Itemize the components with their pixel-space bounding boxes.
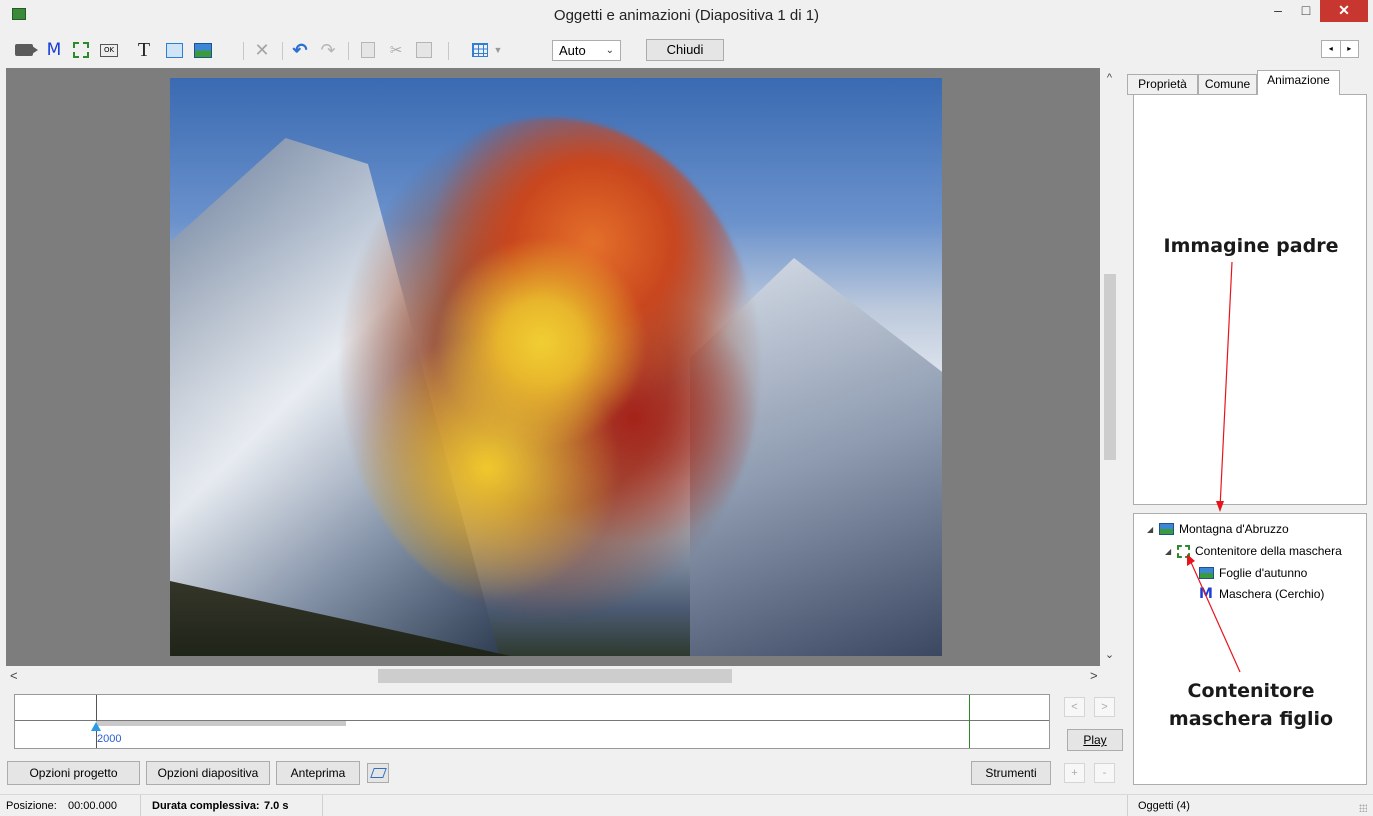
remove-keyframe-button[interactable]: - xyxy=(1094,763,1115,783)
preview-button[interactable]: Anteprima xyxy=(276,761,360,785)
status-divider xyxy=(322,795,323,816)
scroll-thumb[interactable] xyxy=(378,669,732,683)
slide-options-button[interactable]: Opzioni diapositiva xyxy=(146,761,270,785)
timeline[interactable]: 2000 xyxy=(14,694,1050,749)
grid-icon[interactable] xyxy=(470,40,490,60)
close-button[interactable]: Chiudi xyxy=(646,39,724,61)
video-camera-icon[interactable] xyxy=(12,40,38,60)
position-label: Posizione: xyxy=(6,800,57,812)
annotation-child-container: Contenitore maschera figlio xyxy=(1168,680,1334,730)
toolbar-separator xyxy=(243,42,244,60)
tree-item[interactable]: Foglie d'autunno xyxy=(1199,564,1307,582)
slide-canvas[interactable] xyxy=(6,68,1100,666)
tab-animation[interactable]: Animazione xyxy=(1257,70,1340,95)
toolbar-separator xyxy=(448,42,449,60)
frame-icon[interactable] xyxy=(71,40,91,60)
rectangle-icon[interactable] xyxy=(164,40,184,60)
chevron-down-icon: ⌄ xyxy=(605,45,614,56)
tab-common[interactable]: Comune xyxy=(1198,74,1257,95)
vertical-scrollbar[interactable]: ^ ⌄ xyxy=(1100,68,1119,666)
grid-dropdown-icon[interactable]: ▼ xyxy=(492,40,504,60)
position-value: 00:00.000 xyxy=(68,800,117,812)
zoom-select[interactable]: Auto ⌄ xyxy=(552,40,621,61)
nav-right-icon[interactable]: ▸ xyxy=(1341,41,1359,57)
title-bar: Oggetti e animazioni (Diapositiva 1 di 1… xyxy=(0,0,1373,34)
cut-icon[interactable]: ✂ xyxy=(386,40,406,60)
masked-leaves-image[interactable] xyxy=(340,118,760,618)
status-divider xyxy=(1127,795,1128,816)
object-tree[interactable]: ◢ Montagna d'Abruzzo ◢ Contenitore della… xyxy=(1133,513,1367,785)
mask-icon[interactable]: M xyxy=(44,40,64,60)
resize-grip-icon[interactable] xyxy=(1359,804,1367,812)
redo-icon[interactable]: ↷ xyxy=(318,40,338,60)
timeline-bar xyxy=(96,721,346,726)
image-icon xyxy=(1159,523,1174,535)
objects-count: Oggetti (4) xyxy=(1138,800,1190,812)
button-icon[interactable]: OK xyxy=(98,40,120,60)
toolbar-separator xyxy=(348,42,349,60)
panel-nav-arrows: ◂ ▸ xyxy=(1321,40,1359,58)
tree-item-label: Contenitore della maschera xyxy=(1195,544,1342,558)
maximize-button[interactable]: □ xyxy=(1292,0,1320,22)
timeline-end-line xyxy=(969,695,970,748)
animation-panel: Immagine padre xyxy=(1133,94,1367,505)
mask-icon: M xyxy=(1199,586,1213,602)
copy-icon[interactable] xyxy=(358,40,378,60)
tree-item[interactable]: ◢ Montagna d'Abruzzo xyxy=(1147,520,1289,538)
window-title: Oggetti e animazioni (Diapositiva 1 di 1… xyxy=(553,7,820,24)
delete-icon[interactable]: ✕ xyxy=(252,40,272,60)
mask-container-icon xyxy=(1177,544,1190,558)
tab-properties[interactable]: Proprietà xyxy=(1127,74,1198,95)
zoom-value: Auto xyxy=(559,43,586,58)
scroll-right-icon[interactable]: > xyxy=(1090,668,1098,683)
tree-item-label: Montagna d'Abruzzo xyxy=(1179,522,1289,536)
duration-value: 7.0 s xyxy=(264,800,289,812)
prev-keyframe-button[interactable]: < xyxy=(1064,697,1085,717)
timeline-time-label: 2000 xyxy=(97,733,122,745)
undo-icon[interactable]: ↶ xyxy=(290,40,310,60)
status-divider xyxy=(140,795,141,816)
minimize-button[interactable]: – xyxy=(1264,0,1292,22)
tools-button[interactable]: Strumenti xyxy=(971,761,1051,785)
publish-button[interactable] xyxy=(367,763,389,783)
play-button[interactable]: Play xyxy=(1067,729,1123,751)
scroll-left-icon[interactable]: < xyxy=(10,668,18,683)
status-bar: Posizione: 00:00.000 Durata complessiva:… xyxy=(0,794,1373,816)
publish-icon xyxy=(370,768,387,778)
slide-image[interactable] xyxy=(170,78,942,656)
next-keyframe-button[interactable]: > xyxy=(1094,697,1115,717)
scroll-up-icon[interactable]: ^ xyxy=(1100,72,1119,84)
tree-item[interactable]: M Maschera (Cerchio) xyxy=(1199,585,1324,603)
expand-triangle-icon[interactable]: ◢ xyxy=(1165,547,1177,556)
duration-label: Durata complessiva: xyxy=(152,800,260,812)
tree-item[interactable]: ◢ Contenitore della maschera xyxy=(1165,542,1342,560)
close-window-button[interactable]: ✕ xyxy=(1320,0,1368,22)
tree-item-label: Maschera (Cerchio) xyxy=(1219,587,1325,601)
toolbar-separator xyxy=(282,42,283,60)
text-icon[interactable]: T xyxy=(134,39,154,61)
paste-icon[interactable] xyxy=(414,40,434,60)
image-icon xyxy=(1199,567,1214,579)
nav-left-icon[interactable]: ◂ xyxy=(1322,41,1341,57)
image-icon[interactable] xyxy=(192,40,214,60)
expand-triangle-icon[interactable]: ◢ xyxy=(1147,525,1159,534)
scroll-thumb[interactable] xyxy=(1104,274,1116,460)
scroll-down-icon[interactable]: ⌄ xyxy=(1100,648,1119,661)
annotation-parent-image: Immagine padre xyxy=(1163,235,1339,257)
horizontal-scrollbar[interactable]: < > xyxy=(6,666,1100,685)
play-label: Play xyxy=(1083,733,1107,747)
tree-item-label: Foglie d'autunno xyxy=(1219,566,1308,580)
add-keyframe-button[interactable]: + xyxy=(1064,763,1085,783)
app-window: Oggetti e animazioni (Diapositiva 1 di 1… xyxy=(0,0,1373,816)
timeline-marker-icon[interactable] xyxy=(91,722,101,731)
project-options-button[interactable]: Opzioni progetto xyxy=(7,761,140,785)
